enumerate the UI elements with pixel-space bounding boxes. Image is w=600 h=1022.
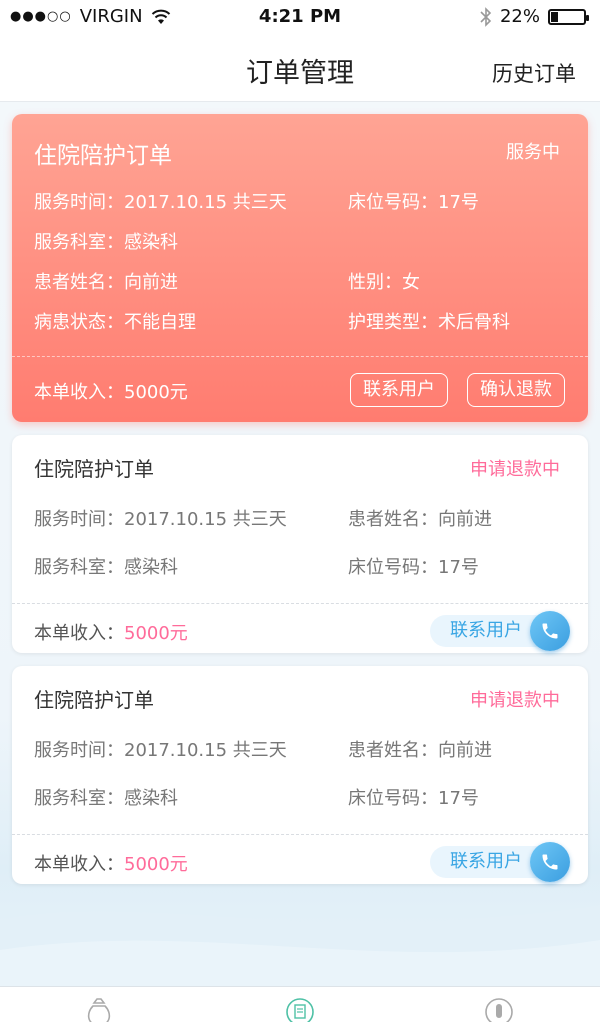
service-time-value: 2017.10.15 共三天: [124, 192, 287, 213]
bed-no-value: 17号: [438, 788, 479, 809]
income-field: 本单收入：5000元: [34, 850, 188, 876]
background-wave: [0, 905, 600, 990]
department-field: 服务科室：感染科: [34, 228, 178, 254]
battery-icon: [548, 8, 589, 25]
income-value: 5000元: [124, 623, 188, 644]
money-bag-icon[interactable]: [84, 997, 114, 1022]
gender-label: 性别：: [348, 272, 402, 293]
department-value: 感染科: [124, 788, 178, 809]
history-orders-link[interactable]: 历史订单: [492, 58, 576, 88]
service-time-label: 服务时间：: [34, 740, 124, 761]
phone-icon[interactable]: [530, 842, 570, 882]
contact-user-button[interactable]: 联系用户: [350, 373, 448, 407]
order-title: 住院陪护订单: [34, 457, 154, 481]
order-title: 住院陪护订单: [34, 143, 172, 169]
bed-no-label: 床位号码：: [348, 557, 438, 578]
bed-no-field: 床位号码：17号: [348, 553, 479, 579]
status-bar: ●●●○○ VIRGIN 4:21 PM 22%: [0, 0, 600, 36]
condition-value: 不能自理: [124, 312, 196, 333]
tab-bar: [0, 986, 600, 1022]
care-type-label: 护理类型：: [348, 312, 438, 333]
department-field: 服务科室：感染科: [34, 553, 178, 579]
card-divider: [12, 603, 588, 604]
income-label: 本单收入：: [34, 854, 124, 875]
care-type-value: 术后骨科: [438, 312, 510, 333]
patient-name-label: 患者姓名：: [348, 740, 438, 761]
phone-icon[interactable]: [530, 611, 570, 651]
confirm-refund-button[interactable]: 确认退款: [467, 373, 565, 407]
service-time-field: 服务时间：2017.10.15 共三天: [34, 736, 287, 762]
gender-value: 女: [402, 272, 420, 293]
patient-name-field: 患者姓名：向前进: [348, 736, 492, 762]
department-label: 服务科室：: [34, 788, 124, 809]
condition-label: 病患状态：: [34, 312, 124, 333]
document-icon[interactable]: [285, 997, 315, 1022]
profile-icon[interactable]: [484, 997, 514, 1022]
patient-name-label: 患者姓名：: [348, 509, 438, 530]
income-value: 5000元: [124, 854, 188, 875]
bed-no-value: 17号: [438, 557, 479, 578]
bed-no-field: 床位号码：17号: [348, 784, 479, 810]
bed-no-label: 床位号码：: [348, 788, 438, 809]
patient-name-value: 向前进: [438, 509, 492, 530]
patient-name-value: 向前进: [438, 740, 492, 761]
department-field: 服务科室：感染科: [34, 784, 178, 810]
care-type-field: 护理类型：术后骨科: [348, 308, 510, 334]
income-label: 本单收入：: [34, 382, 124, 403]
contact-user-button[interactable]: 联系用户: [430, 842, 570, 882]
patient-name-value: 向前进: [124, 272, 178, 293]
order-status: 申请退款中: [470, 690, 560, 711]
nav-bar: 订单管理 历史订单: [0, 36, 600, 102]
patient-name-label: 患者姓名：: [34, 272, 124, 293]
contact-user-button[interactable]: 联系用户: [430, 611, 570, 651]
income-value: 5000元: [124, 382, 188, 403]
order-card[interactable]: 住院陪护订单 申请退款中 服务时间：2017.10.15 共三天 患者姓名：向前…: [12, 666, 588, 884]
department-label: 服务科室：: [34, 232, 124, 253]
department-value: 感染科: [124, 232, 178, 253]
bluetooth-icon: [480, 6, 492, 27]
contact-user-label: 联系用户: [450, 851, 522, 872]
order-status: 申请退款中: [470, 459, 560, 480]
condition-field: 病患状态：不能自理: [34, 308, 196, 334]
bed-no-value: 17号: [438, 192, 479, 213]
bed-no-field: 床位号码：17号: [348, 188, 479, 214]
card-divider: [12, 356, 588, 357]
order-status: 服务中: [506, 142, 560, 163]
gender-field: 性别：女: [348, 268, 420, 294]
service-time-field: 服务时间：2017.10.15 共三天: [34, 188, 287, 214]
income-label: 本单收入：: [34, 623, 124, 644]
order-card[interactable]: 住院陪护订单 申请退款中 服务时间：2017.10.15 共三天 患者姓名：向前…: [12, 435, 588, 653]
service-time-field: 服务时间：2017.10.15 共三天: [34, 505, 287, 531]
service-time-label: 服务时间：: [34, 509, 124, 530]
service-time-value: 2017.10.15 共三天: [124, 509, 287, 530]
department-value: 感染科: [124, 557, 178, 578]
contact-user-label: 联系用户: [450, 620, 522, 641]
battery-percent: 22%: [499, 6, 540, 27]
order-card-active[interactable]: 住院陪护订单 服务中 服务时间：2017.10.15 共三天 床位号码：17号 …: [12, 114, 588, 422]
service-time-label: 服务时间：: [34, 192, 124, 213]
income-field: 本单收入：5000元: [34, 619, 188, 645]
card-divider: [12, 834, 588, 835]
department-label: 服务科室：: [34, 557, 124, 578]
battery-group: 22%: [480, 6, 589, 27]
patient-name-field: 患者姓名：向前进: [348, 505, 492, 531]
service-time-value: 2017.10.15 共三天: [124, 740, 287, 761]
order-title: 住院陪护订单: [34, 688, 154, 712]
patient-name-field: 患者姓名：向前进: [34, 268, 178, 294]
bed-no-label: 床位号码：: [348, 192, 438, 213]
income-field: 本单收入：5000元: [34, 378, 188, 404]
